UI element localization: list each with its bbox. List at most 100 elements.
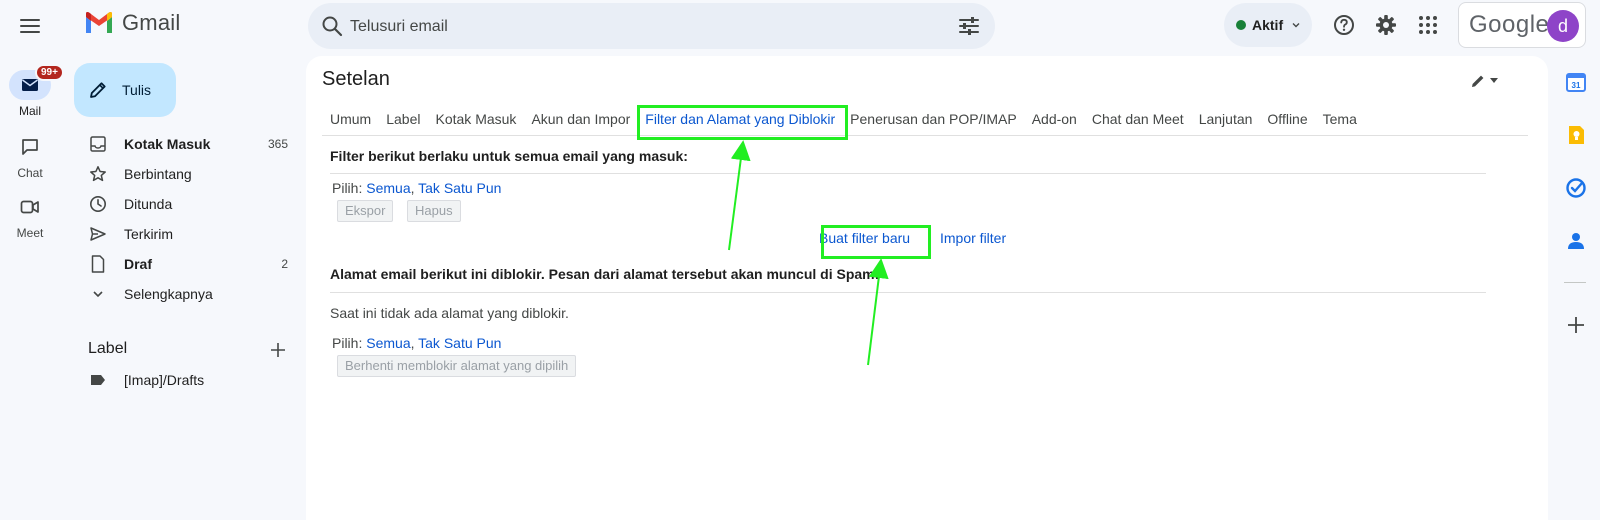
import-filters-link[interactable]: Impor filter bbox=[940, 230, 1006, 246]
select-all-link[interactable]: Semua bbox=[366, 180, 410, 196]
sidebar-item-label: Kotak Masuk bbox=[124, 136, 211, 152]
unblock-selected-button[interactable]: Berhenti memblokir alamat yang dipilih bbox=[337, 355, 577, 377]
filters-select-row: Pilih: Semua, Tak Satu Pun bbox=[332, 180, 501, 196]
sidebar-label-imap-drafts[interactable]: [Imap]/Drafts bbox=[74, 365, 296, 395]
mail-icon bbox=[22, 79, 38, 91]
menu-bar bbox=[20, 19, 40, 21]
caret-down-icon bbox=[1490, 78, 1498, 83]
sidebar-item-label: Berbintang bbox=[124, 166, 192, 182]
search-options-icon[interactable] bbox=[957, 14, 981, 38]
divider bbox=[330, 292, 1486, 293]
sidebar-item-label: Selengkapnya bbox=[124, 286, 213, 302]
density-toggle[interactable] bbox=[1470, 70, 1504, 92]
export-button[interactable]: Ekspor bbox=[337, 200, 394, 222]
rail-mail-label: Mail bbox=[18, 104, 41, 118]
calendar-icon[interactable]: 31 bbox=[1565, 71, 1587, 93]
sidebar-item-more[interactable]: Selengkapnya bbox=[74, 279, 296, 309]
blocked-heading: Alamat email berikut ini diblokir. Pesan… bbox=[330, 266, 880, 282]
select-separator: , bbox=[410, 335, 415, 351]
sidebar-item-count: 2 bbox=[281, 257, 288, 271]
tab-offline[interactable]: Offline bbox=[1267, 108, 1307, 134]
chevron-down-icon bbox=[88, 284, 108, 304]
sidebar-item-label: Draf bbox=[124, 256, 153, 272]
create-filter-link[interactable]: Buat filter baru bbox=[819, 230, 910, 246]
select-none-link[interactable]: Tak Satu Pun bbox=[418, 180, 501, 196]
unread-badge: 99+ bbox=[35, 64, 64, 81]
status-label: Aktif bbox=[1252, 17, 1284, 33]
tab-chat-meet[interactable]: Chat dan Meet bbox=[1092, 108, 1184, 134]
contacts-icon[interactable] bbox=[1565, 230, 1587, 252]
tab-accounts-import[interactable]: Akun dan Impor bbox=[531, 108, 630, 134]
select-all-link[interactable]: Semua bbox=[366, 335, 410, 351]
plus-icon[interactable] bbox=[268, 340, 288, 360]
sidebar-item-sent[interactable]: Terkirim bbox=[74, 219, 296, 249]
rail-chat-label: Chat bbox=[17, 166, 43, 180]
tasks-icon[interactable] bbox=[1565, 177, 1587, 199]
gmail-logo[interactable]: Gmail bbox=[84, 10, 180, 36]
tab-themes[interactable]: Tema bbox=[1323, 108, 1357, 134]
apps-grid-icon bbox=[1419, 16, 1437, 34]
rail-chat[interactable]: Chat bbox=[0, 132, 60, 180]
blocked-select-row: Pilih: Semua, Tak Satu Pun bbox=[332, 335, 501, 351]
inbox-icon bbox=[88, 134, 108, 154]
rail-chat-pill bbox=[9, 132, 51, 162]
gmail-wordmark: Gmail bbox=[122, 10, 181, 35]
select-separator: , bbox=[410, 180, 415, 196]
tab-addons[interactable]: Add-on bbox=[1032, 108, 1077, 134]
sidebar-item-label: Terkirim bbox=[124, 226, 173, 242]
label-tag-icon bbox=[88, 370, 108, 390]
help-button[interactable] bbox=[1331, 12, 1357, 38]
divider bbox=[330, 173, 1486, 174]
sidebar-item-label: [Imap]/Drafts bbox=[124, 372, 205, 388]
tab-general[interactable]: Umum bbox=[330, 108, 371, 134]
sidebar-item-drafts[interactable]: Draf 2 bbox=[74, 249, 296, 279]
top-bar: Gmail Aktif bbox=[0, 0, 1600, 52]
rail-meet[interactable]: Meet bbox=[0, 192, 60, 240]
rail-mail[interactable]: 99+ Mail bbox=[0, 64, 64, 118]
account-switcher[interactable]: Google d bbox=[1458, 2, 1586, 48]
sidebar-item-starred[interactable]: Berbintang bbox=[74, 159, 296, 189]
tab-labels[interactable]: Label bbox=[386, 108, 420, 134]
menu-bar bbox=[20, 31, 40, 33]
search-bar[interactable] bbox=[308, 3, 995, 49]
page-title: Setelan bbox=[322, 68, 390, 90]
video-camera-icon bbox=[20, 200, 39, 214]
settings-tabs: Umum Label Kotak Masuk Akun dan Impor Fi… bbox=[322, 108, 1528, 136]
apps-button[interactable] bbox=[1415, 12, 1441, 38]
rail-meet-label: Meet bbox=[16, 226, 44, 240]
settings-panel: Setelan Umum Label Kotak Masuk Akun dan … bbox=[306, 56, 1548, 520]
tab-inbox[interactable]: Kotak Masuk bbox=[436, 108, 517, 134]
help-icon bbox=[1334, 15, 1354, 35]
gear-icon bbox=[1376, 15, 1396, 35]
delete-button[interactable]: Hapus bbox=[407, 200, 461, 222]
google-wordmark: Google bbox=[1469, 11, 1550, 38]
keep-icon[interactable] bbox=[1565, 124, 1587, 146]
select-label: Pilih: bbox=[332, 180, 363, 196]
chat-icon bbox=[22, 139, 38, 155]
search-input[interactable] bbox=[350, 15, 910, 39]
tab-filters-blocked[interactable]: Filter dan Alamat yang Diblokir bbox=[645, 108, 835, 134]
plus-icon[interactable] bbox=[1565, 314, 1587, 336]
select-label: Pilih: bbox=[332, 335, 363, 351]
search-icon[interactable] bbox=[320, 14, 344, 38]
menu-bar bbox=[20, 25, 40, 27]
status-selector[interactable]: Aktif bbox=[1224, 3, 1312, 47]
svg-text:31: 31 bbox=[1572, 81, 1581, 90]
sidebar-item-inbox[interactable]: Kotak Masuk 365 bbox=[74, 129, 296, 159]
blocked-empty-text: Saat ini tidak ada alamat yang diblokir. bbox=[330, 305, 569, 321]
compose-button[interactable]: Tulis bbox=[74, 63, 176, 117]
draft-file-icon bbox=[88, 254, 108, 274]
avatar[interactable]: d bbox=[1547, 10, 1579, 42]
settings-button[interactable] bbox=[1373, 12, 1399, 38]
filters-heading: Filter berikut berlaku untuk semua email… bbox=[330, 148, 688, 164]
compose-label: Tulis bbox=[122, 82, 152, 98]
sidebar-item-label: Ditunda bbox=[124, 196, 173, 212]
pencil-icon bbox=[1472, 75, 1484, 87]
sidebar-item-snoozed[interactable]: Ditunda bbox=[74, 189, 296, 219]
tab-forwarding-pop-imap[interactable]: Penerusan dan POP/IMAP bbox=[850, 108, 1017, 134]
main-menu-button[interactable] bbox=[16, 12, 44, 40]
select-none-link[interactable]: Tak Satu Pun bbox=[418, 335, 501, 351]
tab-advanced[interactable]: Lanjutan bbox=[1199, 108, 1253, 134]
status-dot-icon bbox=[1236, 20, 1246, 30]
gmail-m-icon bbox=[86, 12, 112, 33]
